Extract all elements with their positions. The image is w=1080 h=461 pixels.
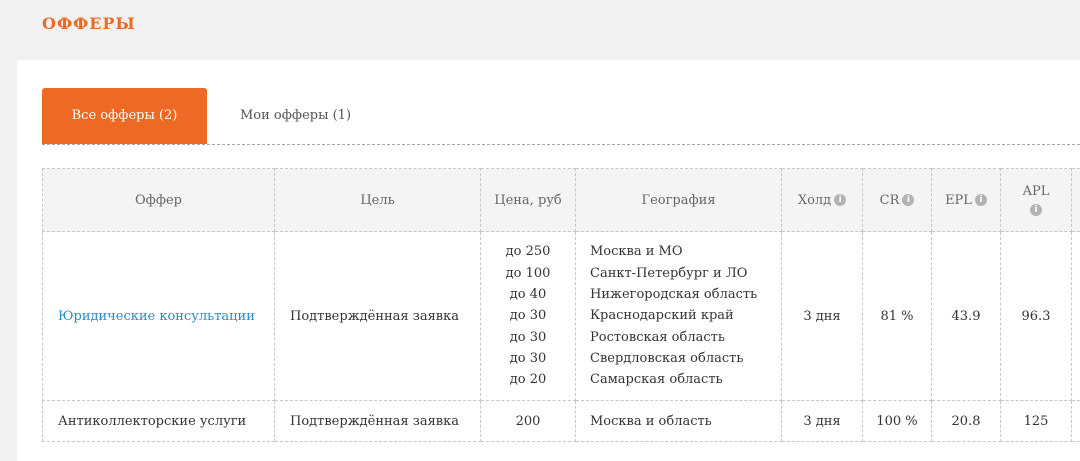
geo-line: Самарская область bbox=[590, 372, 723, 388]
header-price: Цена, руб bbox=[480, 168, 576, 232]
apl-cell: 96.3 bbox=[1000, 231, 1072, 401]
extra-cell bbox=[1071, 231, 1080, 401]
apl-cell: 125 bbox=[1000, 400, 1072, 442]
geo-line: Свердловская область bbox=[590, 350, 744, 366]
extra-cell bbox=[1071, 400, 1080, 442]
header-apl: APL i bbox=[1000, 168, 1072, 232]
offer-cell: Юридические консультации bbox=[42, 231, 275, 401]
header-epl-label: EPL bbox=[945, 192, 972, 208]
cr-cell: 100 % bbox=[862, 400, 932, 442]
price-line: до 30 bbox=[509, 329, 547, 345]
header-hold: Холд i bbox=[781, 168, 863, 232]
goal-cell: Подтверждённая заявка bbox=[274, 400, 481, 442]
cr-cell: 81 % bbox=[862, 231, 932, 401]
info-icon[interactable]: i bbox=[902, 194, 915, 206]
table-row: Антиколлекторские услуги Подтверждённая … bbox=[42, 400, 1080, 442]
header-epl: EPL i bbox=[931, 168, 1001, 232]
tab-all-offers[interactable]: Все офферы (2) bbox=[42, 88, 207, 144]
offers-table: Оффер Цель Цена, руб География Холд i CR i… bbox=[42, 168, 1080, 442]
geo-line: Санкт-Петербург и ЛО bbox=[590, 265, 748, 281]
price-line: до 20 bbox=[509, 372, 547, 388]
geo-cell: Москва и МО Санкт-Петербург и ЛО Нижегор… bbox=[575, 231, 782, 401]
tab-my-offers[interactable]: Мои офферы (1) bbox=[240, 88, 351, 144]
price-line: до 100 bbox=[505, 265, 551, 281]
header-extra bbox=[1071, 168, 1080, 232]
header-goal: Цель bbox=[274, 168, 481, 232]
goal-cell: Подтверждённая заявка bbox=[274, 231, 481, 401]
price-cell: 200 bbox=[480, 400, 576, 442]
info-icon[interactable]: i bbox=[1030, 204, 1042, 216]
header-cr-label: CR bbox=[879, 192, 900, 208]
price-line: до 30 bbox=[509, 308, 547, 324]
info-icon[interactable]: i bbox=[974, 194, 987, 206]
geo-line: Краснодарский край bbox=[590, 308, 734, 324]
hold-cell: 3 дня bbox=[781, 400, 863, 442]
header-cr: CR i bbox=[862, 168, 932, 232]
header-offer-label: Оффер bbox=[134, 192, 183, 208]
header-goal-label: Цель bbox=[360, 192, 395, 208]
offers-table-wrapper: Оффер Цель Цена, руб География Холд i CR i… bbox=[42, 168, 1080, 443]
header-hold-label: Холд bbox=[797, 192, 832, 208]
header-offer: Оффер bbox=[42, 168, 275, 232]
price-line: до 30 bbox=[509, 350, 547, 366]
offers-card: Все офферы (2) Мои офферы (1) Оффер Цель… bbox=[17, 60, 1080, 461]
offer-link[interactable]: Юридические консультации bbox=[58, 309, 255, 324]
epl-cell: 43.9 bbox=[931, 231, 1001, 401]
price-line: до 40 bbox=[509, 287, 547, 303]
header-geo: География bbox=[575, 168, 782, 232]
header-geo-label: География bbox=[641, 192, 716, 208]
price-line: до 250 bbox=[505, 244, 551, 260]
info-icon[interactable]: i bbox=[834, 194, 847, 206]
epl-cell: 20.8 bbox=[931, 400, 1001, 442]
tab-bar: Все офферы (2) Мои офферы (1) bbox=[42, 88, 1080, 145]
table-header-row: Оффер Цель Цена, руб География Холд i CR i… bbox=[42, 168, 1080, 232]
geo-line: Нижегородская область bbox=[590, 287, 758, 303]
geo-line: Москва и МО bbox=[590, 244, 683, 260]
hold-cell: 3 дня bbox=[781, 231, 863, 401]
table-row: Юридические консультации Подтверждённая … bbox=[42, 231, 1080, 401]
page-title: ОФФЕРЫ bbox=[42, 14, 136, 33]
geo-cell: Москва и область bbox=[575, 400, 782, 442]
header-price-label: Цена, руб bbox=[494, 192, 562, 208]
price-cell: до 250 до 100 до 40 до 30 до 30 до 30 до… bbox=[480, 231, 576, 401]
header-apl-label: APL bbox=[1022, 184, 1050, 199]
offer-cell: Антиколлекторские услуги bbox=[42, 400, 275, 442]
geo-line: Ростовская область bbox=[590, 329, 725, 345]
